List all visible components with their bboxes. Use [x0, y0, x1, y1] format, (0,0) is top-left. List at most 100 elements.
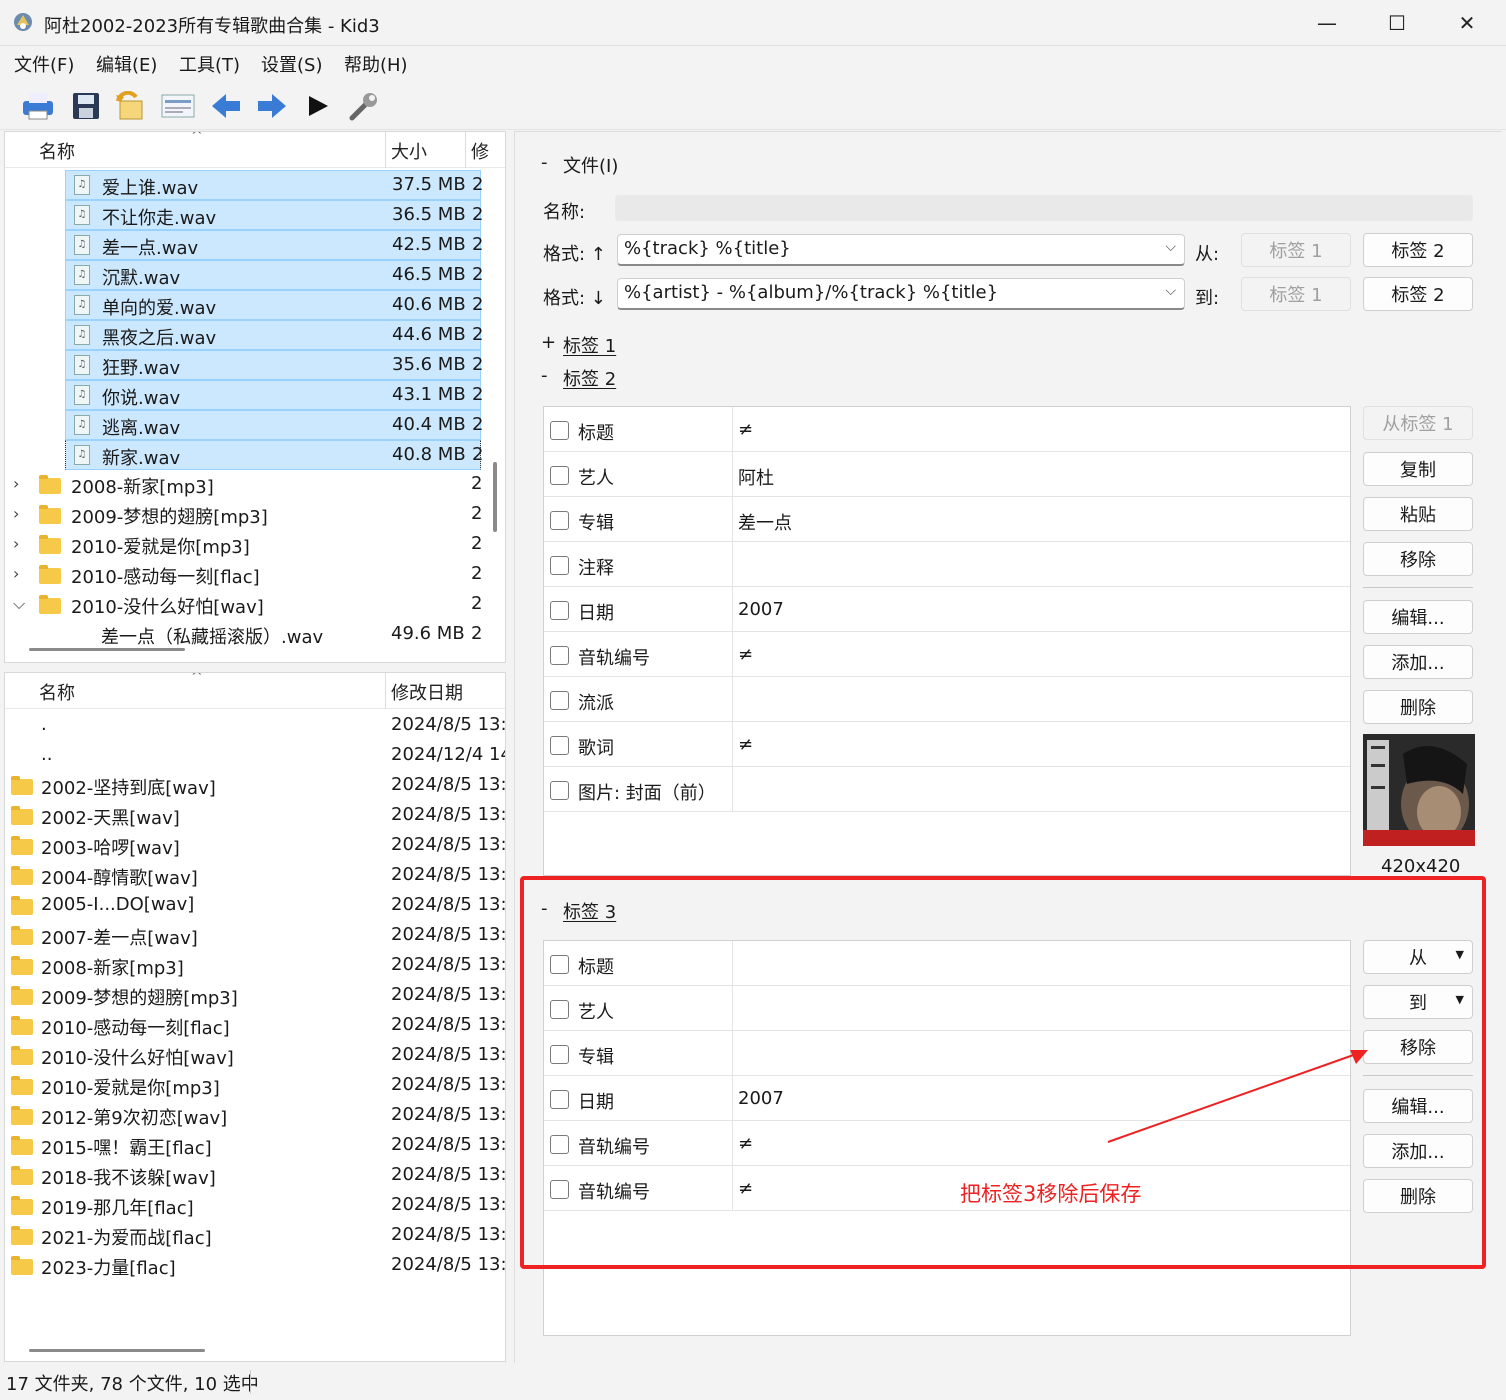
revert-icon[interactable] — [112, 88, 148, 124]
folder-row[interactable]: › 2010-爱就是你[mp3] 2 — [5, 530, 485, 560]
tag-field-row[interactable]: 艺人 阿杜 — [544, 452, 1350, 497]
folder-row[interactable]: › 2009-梦想的翅膀[mp3] 2 — [5, 500, 485, 530]
horizontal-scrollbar[interactable] — [29, 1349, 205, 1352]
directory-row[interactable]: 2007-差一点[wav] 2024/8/5 13:4 — [5, 921, 505, 951]
chevron-right-icon[interactable]: › — [13, 534, 19, 553]
menu-settings[interactable]: 设置(S) — [261, 51, 322, 77]
file-row[interactable]: ♫ 沉默.wav 46.5 MB 2 — [65, 260, 483, 290]
field-value[interactable]: 2007 — [738, 599, 784, 620]
column-name[interactable]: 名称 — [39, 679, 75, 705]
next-icon[interactable] — [254, 88, 290, 124]
tag-field-row[interactable]: 专辑 差一点 — [544, 497, 1350, 542]
vertical-scrollbar[interactable] — [493, 462, 497, 532]
file-row[interactable]: ♫ 逃离.wav 40.4 MB 2 — [65, 410, 483, 440]
column-name[interactable]: 名称 — [39, 138, 75, 164]
copy-from-tag1-button[interactable]: 从标签 1 — [1363, 406, 1473, 440]
tag1-section-header[interactable]: 标签 1 — [563, 332, 616, 358]
directory-row[interactable]: 2002-坚持到底[wav] 2024/8/5 13:4 — [5, 771, 505, 801]
directory-row[interactable]: 2010-爱就是你[mp3] 2024/8/5 13:4 — [5, 1071, 505, 1101]
directory-row[interactable]: 2015-嘿！霸王[flac] 2024/8/5 13:4 — [5, 1131, 505, 1161]
directory-row[interactable]: 2003-哈啰[wav] 2024/8/5 13:4 — [5, 831, 505, 861]
remove-tag2-button[interactable]: 移除 — [1363, 542, 1473, 576]
tag-field-row[interactable]: 图片: 封面（前） — [544, 767, 1350, 812]
directory-row[interactable]: 2010-没什么好怕[wav] 2024/8/5 13:4 — [5, 1041, 505, 1071]
filename-field[interactable] — [615, 195, 1473, 221]
tag-field-row[interactable]: 标题 ≠ — [544, 407, 1350, 452]
to-tag2-button[interactable]: 标签 2 — [1363, 277, 1473, 311]
maximize-button[interactable]: ☐ — [1362, 0, 1432, 46]
column-modified-date[interactable]: 修改日期 — [391, 679, 463, 705]
directory-row[interactable]: . 2024/8/5 13:4 — [5, 711, 505, 741]
field-checkbox[interactable] — [550, 691, 569, 710]
directory-row[interactable]: 2004-醇情歌[wav] 2024/8/5 13:4 — [5, 861, 505, 891]
tag2-section-toggle[interactable]: - — [541, 365, 548, 386]
properties-icon[interactable] — [160, 88, 196, 124]
tag-field-row[interactable]: 流派 — [544, 677, 1350, 722]
field-checkbox[interactable] — [550, 646, 569, 665]
file-row[interactable]: ♫ 不让你走.wav 36.5 MB 2 — [65, 200, 483, 230]
add-tag2-button[interactable]: 添加... — [1363, 645, 1473, 679]
field-value[interactable]: ≠ — [738, 644, 753, 665]
file-row[interactable]: ♫ 你说.wav 43.1 MB 2 — [65, 380, 483, 410]
file-section-toggle[interactable]: - — [541, 152, 548, 173]
column-type[interactable]: 修 — [471, 138, 489, 164]
menu-tools[interactable]: 工具(T) — [179, 51, 240, 77]
paste-button[interactable]: 粘贴 — [1363, 497, 1473, 531]
field-value[interactable]: 差一点 — [738, 509, 792, 535]
field-checkbox[interactable] — [550, 466, 569, 485]
field-checkbox[interactable] — [550, 511, 569, 530]
field-checkbox[interactable] — [550, 781, 569, 800]
chevron-right-icon[interactable]: › — [13, 564, 19, 583]
to-tag1-button[interactable]: 标签 1 — [1241, 277, 1351, 311]
directory-row[interactable]: 2010-感动每一刻[flac] 2024/8/5 13:4 — [5, 1011, 505, 1041]
edit-tag2-button[interactable]: 编辑... — [1363, 600, 1473, 634]
play-icon[interactable] — [300, 88, 336, 124]
file-row[interactable]: ♫ 单向的爱.wav 40.6 MB 2 — [65, 290, 483, 320]
album-cover-image[interactable] — [1363, 734, 1475, 846]
settings-wrench-icon[interactable] — [346, 88, 382, 124]
format-down-combo[interactable]: %{artist} - %{album}/%{track} %{title} ⌵ — [617, 278, 1185, 310]
directory-row[interactable]: 2019-那几年[flac] 2024/8/5 13:4 — [5, 1191, 505, 1221]
directory-row[interactable]: 2012-第9次初恋[wav] 2024/8/5 13:4 — [5, 1101, 505, 1131]
close-button[interactable]: ✕ — [1432, 0, 1502, 46]
file-row[interactable]: ♫ 黑夜之后.wav 44.6 MB 2 — [65, 320, 483, 350]
field-value[interactable]: ≠ — [738, 419, 753, 440]
menu-edit[interactable]: 编辑(E) — [96, 51, 157, 77]
directory-row[interactable]: 2008-新家[mp3] 2024/8/5 13:4 — [5, 951, 505, 981]
file-row[interactable]: ♫ 狂野.wav 35.6 MB 2 — [65, 350, 483, 380]
from-tag1-button[interactable]: 标签 1 — [1241, 233, 1351, 267]
folder-row[interactable]: › 2008-新家[mp3] 2 — [5, 470, 485, 500]
save-icon[interactable] — [68, 88, 104, 124]
field-value[interactable]: ≠ — [738, 734, 753, 755]
folder-row[interactable]: ⌵ 2010-没什么好怕[wav] 2 — [5, 590, 485, 620]
file-row[interactable]: ♫ 爱上谁.wav 37.5 MB 2 — [65, 170, 483, 200]
column-size[interactable]: 大小 — [391, 138, 427, 164]
directory-row[interactable]: 2018-我不该躲[wav] 2024/8/5 13:4 — [5, 1161, 505, 1191]
directory-row[interactable]: 2023-力量[flac] 2024/8/5 13:4 — [5, 1251, 505, 1281]
print-icon[interactable] — [20, 88, 56, 124]
folder-row[interactable]: › 2010-感动每一刻[flac] 2 — [5, 560, 485, 590]
chevron-right-icon[interactable]: › — [13, 474, 19, 493]
field-checkbox[interactable] — [550, 736, 569, 755]
file-row[interactable]: ♫ 差一点.wav 42.5 MB 2 — [65, 230, 483, 260]
field-checkbox[interactable] — [550, 601, 569, 620]
directory-row[interactable]: 2021-为爱而战[flac] 2024/8/5 13:4 — [5, 1221, 505, 1251]
tag-field-row[interactable]: 注释 — [544, 542, 1350, 587]
tag1-section-toggle[interactable]: + — [541, 332, 556, 353]
chevron-right-icon[interactable]: › — [13, 504, 19, 523]
tag-field-row[interactable]: 音轨编号 ≠ — [544, 632, 1350, 677]
directory-row[interactable]: 2009-梦想的翅膀[mp3] 2024/8/5 13:4 — [5, 981, 505, 1011]
format-up-combo[interactable]: %{track} %{title} ⌵ — [617, 234, 1185, 266]
directory-row[interactable]: 2002-天黑[wav] 2024/8/5 13:4 — [5, 801, 505, 831]
chevron-down-icon[interactable]: ⌵ — [13, 594, 25, 614]
minimize-button[interactable]: — — [1292, 0, 1362, 46]
menu-file[interactable]: 文件(F) — [14, 51, 74, 77]
menu-help[interactable]: 帮助(H) — [344, 51, 408, 77]
field-checkbox[interactable] — [550, 421, 569, 440]
previous-icon[interactable] — [208, 88, 244, 124]
directory-row[interactable]: .. 2024/12/4 14 — [5, 741, 505, 771]
field-value[interactable]: 阿杜 — [738, 464, 774, 490]
from-tag2-button[interactable]: 标签 2 — [1363, 233, 1473, 267]
horizontal-scrollbar[interactable] — [29, 648, 185, 651]
directory-row[interactable]: 2005-I...DO[wav] 2024/8/5 13:4 — [5, 891, 505, 921]
